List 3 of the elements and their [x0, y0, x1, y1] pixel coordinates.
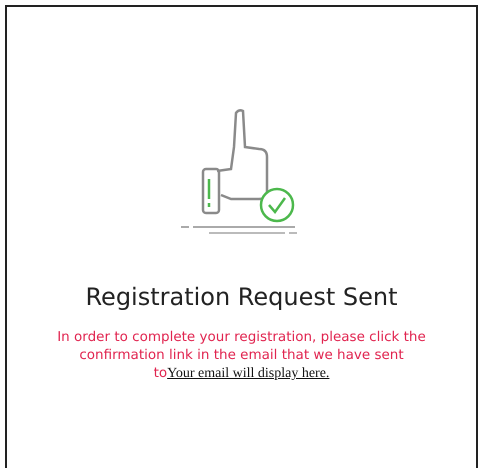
email-link[interactable]: Your email will display here.: [167, 366, 330, 382]
page-title: Registration Request Sent: [85, 283, 398, 312]
instruction-text: In order to complete your registration, please click the confirmation link in the email that we have sent toYour email will display here.: [56, 328, 427, 384]
